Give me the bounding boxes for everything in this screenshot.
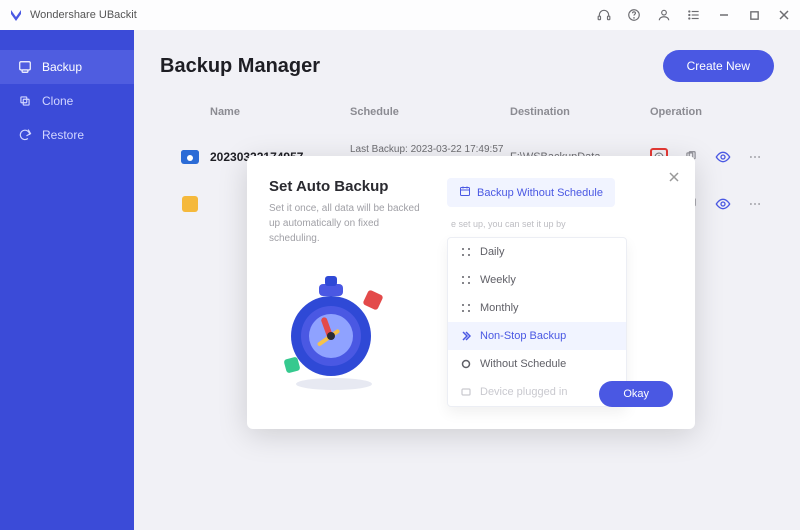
dd-label: Weekly [480,274,516,286]
clone-icon [18,94,32,108]
table-header: Name Schedule Destination Operation [160,106,774,132]
sidebar-item-clone[interactable]: Clone [0,84,134,118]
schedule-option-monthly[interactable]: Monthly [448,294,626,322]
sidebar-item-restore[interactable]: Restore [0,118,134,152]
sidebar-item-label: Clone [42,94,73,108]
clock-illustration-icon [269,266,399,396]
col-operation: Operation [650,106,764,118]
row-source-icon [170,192,210,216]
device-icon [460,386,472,398]
backup-icon [18,60,32,74]
view-op-icon[interactable] [714,195,732,213]
schedule-option-weekly[interactable]: Weekly [448,266,626,294]
sidebar-item-backup[interactable]: Backup [0,50,134,84]
modal-description: Set it once, all data will be backed up … [269,201,429,246]
schedule-select-button[interactable]: Backup Without Schedule [447,178,615,207]
sidebar: Backup Clone Restore [0,30,134,530]
modal-close-icon[interactable] [665,168,683,186]
menu-icon[interactable] [686,7,702,23]
row-source-icon [170,145,210,169]
more-op-icon[interactable] [746,148,764,166]
modal-hint: e set up, you can set it up by [447,219,673,229]
col-name: Name [210,106,350,118]
titlebar-left: Wondershare UBackit [8,7,137,23]
dots-icon [460,274,472,286]
titlebar-controls [596,7,792,23]
dd-label: Monthly [480,302,519,314]
minimize-icon[interactable] [716,7,732,23]
dd-label: Daily [480,246,504,258]
calendar-icon [459,185,471,200]
dd-label: Without Schedule [480,358,566,370]
maximize-icon[interactable] [746,7,762,23]
create-new-button[interactable]: Create New [663,50,774,82]
app-logo-icon [8,7,24,23]
app-title: Wondershare UBackit [30,9,137,21]
schedule-option-nonstop[interactable]: Non-Stop Backup [448,322,626,350]
circle-icon [460,358,472,370]
sidebar-item-label: Restore [42,128,84,142]
modal-left: Set Auto Backup Set it once, all data wi… [269,178,429,407]
schedule-select-label: Backup Without Schedule [477,187,603,199]
page-title: Backup Manager [160,55,320,78]
help-icon[interactable] [626,7,642,23]
headset-icon[interactable] [596,7,612,23]
dd-label: Non-Stop Backup [480,330,566,342]
sidebar-item-label: Backup [42,60,82,74]
okay-button[interactable]: Okay [599,381,673,407]
dots-icon [460,246,472,258]
page-header: Backup Manager Create New [160,50,774,82]
col-destination: Destination [510,106,650,118]
dots-icon [460,302,472,314]
schedule-dropdown: Daily Weekly Monthly Non-Stop Backup [447,237,627,407]
schedule-option-daily[interactable]: Daily [448,238,626,266]
more-op-icon[interactable] [746,195,764,213]
col-schedule: Schedule [350,106,510,118]
user-icon[interactable] [656,7,672,23]
row-last-backup: Last Backup: 2023-03-22 17:49:57 [350,142,510,157]
chevron-right-icon [460,330,472,342]
close-icon[interactable] [776,7,792,23]
titlebar: Wondershare UBackit [0,0,800,30]
auto-backup-modal: Set Auto Backup Set it once, all data wi… [247,156,695,429]
modal-right: Backup Without Schedule e set up, you ca… [447,178,673,407]
schedule-option-without[interactable]: Without Schedule [448,350,626,378]
modal-title: Set Auto Backup [269,178,429,195]
view-op-icon[interactable] [714,148,732,166]
dd-label: Device plugged in [480,386,567,398]
restore-icon [18,128,32,142]
